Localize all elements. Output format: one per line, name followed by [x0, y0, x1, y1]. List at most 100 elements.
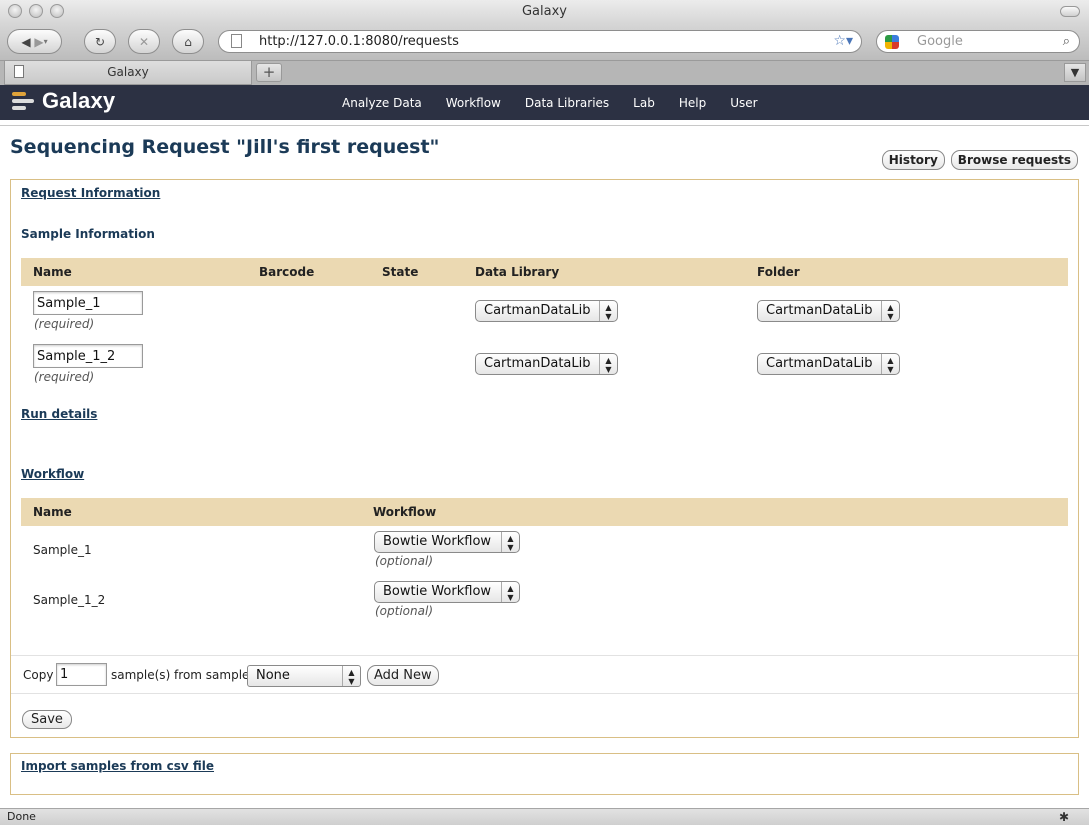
activity-icon[interactable]: ✱	[1059, 809, 1069, 825]
workflow-select[interactable]: Bowtie Workflow ▲ ▼	[374, 581, 520, 603]
status-text: Done	[7, 810, 36, 823]
new-tab-button[interactable]: +	[256, 63, 282, 82]
main-nav: Analyze Data Workflow Data Libraries Lab…	[330, 85, 770, 120]
google-icon[interactable]	[885, 35, 899, 49]
sample-name-input[interactable]	[33, 344, 143, 368]
nav-data-libraries[interactable]: Data Libraries	[513, 96, 621, 110]
selected-value: CartmanDataLib	[484, 303, 591, 318]
select-arrows-icon: ▲ ▼	[599, 301, 617, 321]
window-titlebar: Galaxy	[0, 0, 1089, 24]
stop-icon: ✕	[138, 34, 150, 49]
copy-count-input[interactable]	[56, 663, 107, 686]
browser-statusbar: Done ✱	[0, 808, 1089, 825]
sample-information-heading: Sample Information	[21, 227, 155, 241]
column-header-state: State	[382, 265, 419, 279]
search-placeholder: Google	[917, 34, 963, 49]
column-header-workflow: Workflow	[373, 505, 437, 519]
bookmark-star-icon[interactable]: ☆▾	[833, 31, 853, 52]
address-url: http://127.0.0.1:8080/requests	[259, 34, 459, 49]
back-forward-buttons[interactable]: ◀ ▶ ▾	[7, 29, 62, 54]
close-window-button[interactable]	[8, 4, 22, 18]
divider	[11, 693, 1078, 694]
nav-help[interactable]: Help	[667, 96, 718, 110]
address-bar[interactable]: http://127.0.0.1:8080/requests ☆▾	[218, 30, 862, 53]
column-header-barcode: Barcode	[259, 265, 315, 279]
browser-toolbar: ◀ ▶ ▾ ↻ ✕ ⌂ http://127.0.0.1:8080/request…	[0, 24, 1089, 60]
workflow-table-header: Name Workflow	[21, 498, 1068, 526]
request-form-panel: Request Information Sample Information N…	[10, 179, 1079, 738]
tab-bar: Galaxy + ▼	[0, 60, 1089, 85]
home-button[interactable]: ⌂	[172, 29, 204, 54]
page-title: Sequencing Request "Jill's first request…	[10, 136, 440, 158]
nav-lab[interactable]: Lab	[621, 96, 667, 110]
column-header-name: Name	[33, 265, 72, 279]
import-csv-link[interactable]: Import samples from csv file	[21, 759, 214, 773]
tab-label: Galaxy	[107, 65, 149, 79]
nav-workflow[interactable]: Workflow	[434, 96, 513, 110]
toolbar-toggle-button[interactable]	[1060, 6, 1080, 17]
workflow-select[interactable]: Bowtie Workflow ▲ ▼	[374, 531, 520, 553]
import-panel: Import samples from csv file	[10, 753, 1079, 795]
history-button[interactable]: History	[881, 150, 945, 170]
menu-icon: ▼	[1070, 66, 1080, 79]
page-actions: History Browse requests	[881, 150, 1078, 170]
workflow-link[interactable]: Workflow	[21, 467, 84, 481]
folder-select[interactable]: CartmanDataLib ▲ ▼	[757, 300, 900, 322]
column-header-folder: Folder	[757, 265, 800, 279]
data-library-select[interactable]: CartmanDataLib ▲ ▼	[475, 353, 618, 375]
optional-hint: (optional)	[375, 604, 433, 618]
column-header-name: Name	[33, 505, 72, 519]
browse-requests-button[interactable]: Browse requests	[950, 150, 1078, 170]
selected-value: CartmanDataLib	[484, 356, 591, 371]
copy-label: Copy	[23, 668, 54, 682]
nav-user[interactable]: User	[718, 96, 769, 110]
folder-select[interactable]: CartmanDataLib ▲ ▼	[757, 353, 900, 375]
sample-table-header: Name Barcode State Data Library Folder	[21, 258, 1068, 286]
back-icon[interactable]: ◀	[21, 35, 30, 49]
forward-icon[interactable]: ▶	[34, 35, 43, 49]
galaxy-brand[interactable]: Galaxy	[12, 88, 115, 114]
nav-analyze-data[interactable]: Analyze Data	[330, 96, 434, 110]
column-header-data-library: Data Library	[475, 265, 560, 279]
workflow-sample-name: Sample_1	[33, 543, 92, 557]
selected-value: None	[256, 668, 290, 683]
optional-hint: (optional)	[375, 554, 433, 568]
window-title: Galaxy	[521, 4, 567, 19]
run-details-link[interactable]: Run details	[21, 407, 97, 421]
tab-galaxy[interactable]: Galaxy	[4, 61, 252, 85]
add-new-button[interactable]: Add New	[367, 665, 439, 686]
home-icon: ⌂	[184, 34, 192, 49]
galaxy-masthead: Galaxy Analyze Data Workflow Data Librar…	[0, 85, 1089, 120]
select-arrows-icon: ▲ ▼	[501, 532, 519, 552]
select-arrows-icon: ▲ ▼	[599, 354, 617, 374]
page-icon	[231, 34, 242, 48]
minimize-window-button[interactable]	[29, 4, 43, 18]
tab-overflow-menu[interactable]: ▼	[1064, 63, 1086, 82]
copy-from-label: sample(s) from sample	[111, 668, 250, 682]
masthead-divider	[0, 120, 1089, 126]
required-hint: (required)	[34, 317, 95, 331]
workflow-sample-name: Sample_1_2	[33, 593, 106, 607]
reload-icon: ↻	[94, 34, 106, 49]
galaxy-logo-icon	[12, 92, 34, 110]
zoom-window-button[interactable]	[50, 4, 64, 18]
request-information-link[interactable]: Request Information	[21, 186, 160, 200]
stop-button[interactable]: ✕	[128, 29, 160, 54]
search-field[interactable]: Google ⌕	[876, 30, 1080, 53]
data-library-select[interactable]: CartmanDataLib ▲ ▼	[475, 300, 618, 322]
brand-name: Galaxy	[42, 88, 116, 113]
selected-value: CartmanDataLib	[766, 303, 873, 318]
reload-button[interactable]: ↻	[84, 29, 116, 54]
copy-source-select[interactable]: None ▲ ▼	[247, 665, 361, 687]
select-arrows-icon: ▲ ▼	[501, 582, 519, 602]
save-button[interactable]: Save	[22, 710, 72, 729]
search-icon[interactable]: ⌕	[1063, 31, 1070, 52]
divider	[11, 655, 1078, 656]
select-arrows-icon: ▲ ▼	[881, 301, 899, 321]
selected-value: Bowtie Workflow	[383, 584, 492, 599]
select-arrows-icon: ▲ ▼	[342, 666, 360, 686]
selected-value: CartmanDataLib	[766, 356, 873, 371]
required-hint: (required)	[34, 370, 95, 384]
selected-value: Bowtie Workflow	[383, 534, 492, 549]
sample-name-input[interactable]	[33, 291, 143, 315]
